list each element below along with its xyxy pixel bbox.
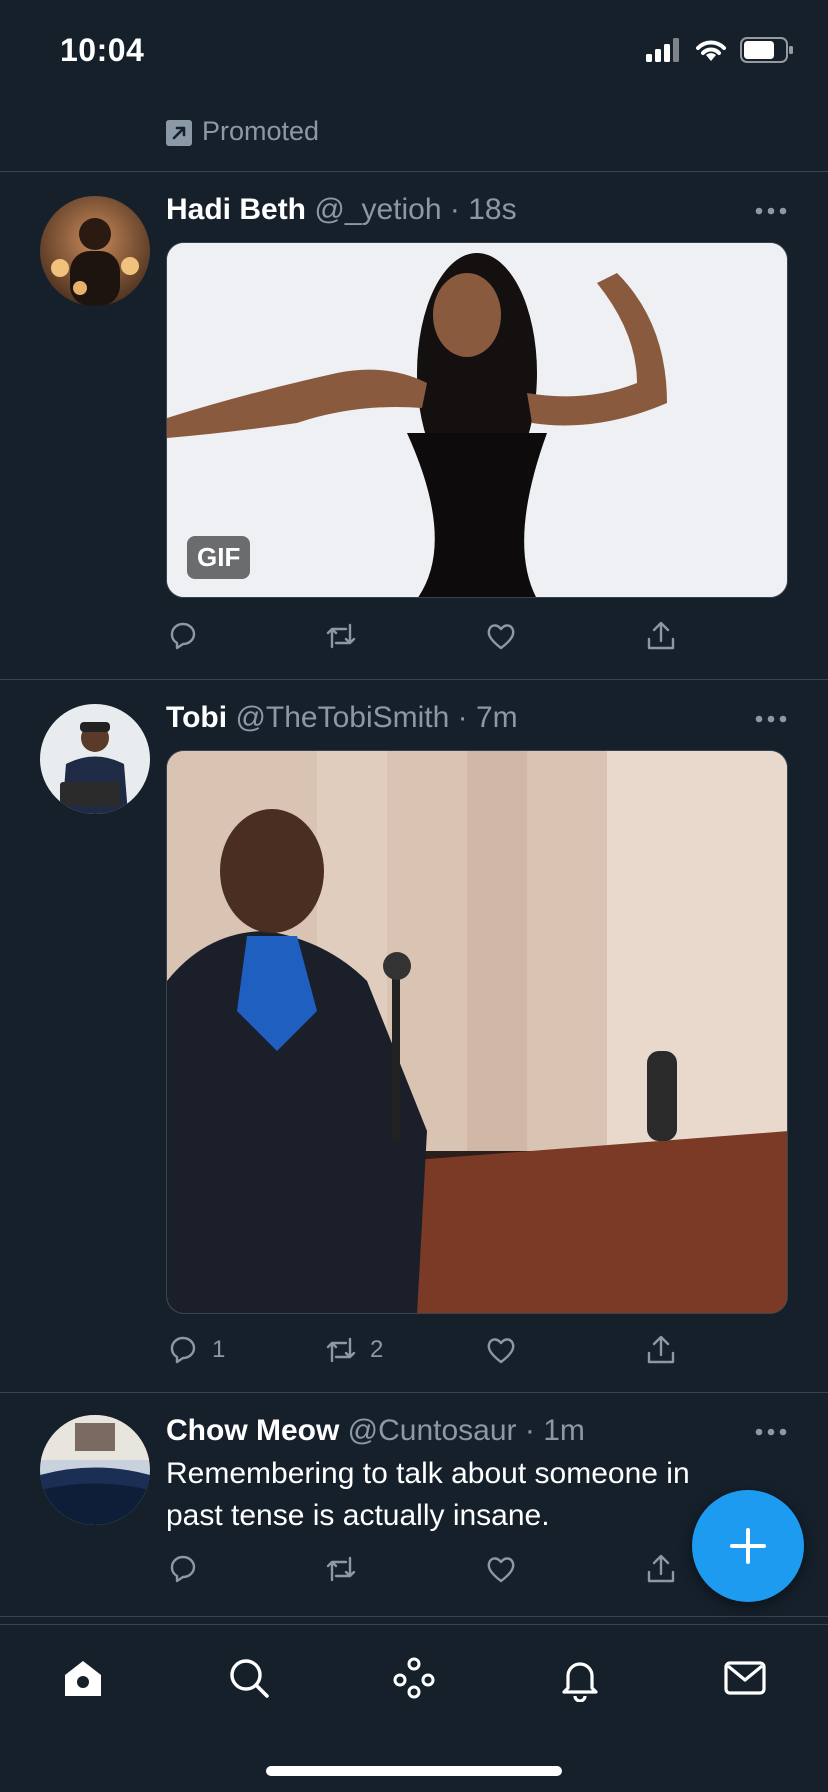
share-button[interactable] xyxy=(644,1549,678,1589)
tweet-header: Hadi Beth @_yetioh · 18s xyxy=(166,190,738,230)
home-indicator xyxy=(266,1766,562,1776)
tweet-3[interactable]: Chow Meow @Cuntosaur · 1m Remembering to… xyxy=(0,1393,828,1617)
tweet-text: Remembering to talk about someone in pas… xyxy=(166,1457,690,1532)
avatar[interactable] xyxy=(40,704,150,814)
tweet-actions: 1 2 xyxy=(166,1330,686,1370)
retweet-button[interactable]: 2 xyxy=(324,1330,383,1370)
tab-search[interactable] xyxy=(224,1653,274,1703)
share-button[interactable] xyxy=(644,616,678,656)
tweet-timestamp: 18s xyxy=(468,193,517,226)
avatar[interactable] xyxy=(40,1415,150,1525)
retweet-icon xyxy=(326,1556,356,1582)
share-button[interactable] xyxy=(644,1330,678,1370)
status-bar: 10:04 xyxy=(0,0,828,110)
tweet-photo-media[interactable] xyxy=(166,750,788,1314)
separator-dot: · xyxy=(524,1414,535,1447)
heart-icon xyxy=(487,624,515,650)
spaces-icon xyxy=(393,1657,435,1699)
home-icon xyxy=(65,1661,101,1696)
heart-icon xyxy=(487,1338,515,1364)
retweet-button[interactable] xyxy=(324,1549,370,1589)
heart-icon xyxy=(487,1557,515,1583)
photo-image xyxy=(167,751,787,1313)
reply-button[interactable]: 1 xyxy=(166,1330,225,1370)
reply-button[interactable] xyxy=(166,616,212,656)
more-icon[interactable] xyxy=(754,1425,788,1439)
retweet-count: 2 xyxy=(370,1336,384,1363)
bell-icon xyxy=(562,1662,598,1702)
like-button[interactable] xyxy=(484,1549,530,1589)
tweet-gif-media[interactable]: GIF xyxy=(166,242,788,598)
like-button[interactable] xyxy=(484,616,530,656)
tab-messages[interactable] xyxy=(720,1653,770,1703)
tweet-actions xyxy=(166,1549,686,1589)
more-icon[interactable] xyxy=(754,204,788,218)
tweet-header: Tobi @TheTobiSmith · 7m xyxy=(166,698,738,738)
reply-count: 1 xyxy=(212,1336,226,1363)
promoted-label: Promoted xyxy=(202,116,320,146)
mail-icon xyxy=(724,1661,766,1695)
tweet-actions xyxy=(166,616,686,656)
battery-icon xyxy=(740,37,793,63)
retweet-icon xyxy=(326,1337,356,1363)
gif-image xyxy=(167,243,787,597)
author-handle[interactable]: @_yetioh xyxy=(314,193,441,226)
search-icon xyxy=(230,1659,269,1698)
author-handle[interactable]: @Cuntosaur xyxy=(348,1414,517,1447)
separator-dot: · xyxy=(449,193,460,226)
tweet-2[interactable]: Tobi @TheTobiSmith · 7m 1 2 xyxy=(0,680,828,1393)
separator-dot: · xyxy=(457,701,468,734)
share-icon xyxy=(647,1554,675,1583)
tweet-timestamp: 7m xyxy=(476,701,518,734)
share-icon xyxy=(647,621,675,650)
twitter-home-timeline: 10:04 Promoted Hadi Beth @_yetioh · 18s … xyxy=(0,0,828,1792)
tweet-header: Chow Meow @Cuntosaur · 1m xyxy=(166,1411,738,1451)
like-button[interactable] xyxy=(484,1330,530,1370)
more-icon[interactable] xyxy=(754,712,788,726)
author-name[interactable]: Hadi Beth xyxy=(166,193,306,226)
reply-icon xyxy=(170,1336,196,1364)
promoted-row: Promoted xyxy=(0,110,828,172)
plus-icon xyxy=(730,1528,766,1564)
avatar[interactable] xyxy=(40,196,150,306)
author-name[interactable]: Tobi xyxy=(166,701,227,734)
promoted-icon xyxy=(166,120,192,146)
tweet-timestamp: 1m xyxy=(543,1414,585,1447)
status-icons xyxy=(646,36,794,64)
retweet-button[interactable] xyxy=(324,616,370,656)
avatar-image xyxy=(40,196,150,306)
tab-home[interactable] xyxy=(58,1653,108,1703)
gif-badge: GIF xyxy=(187,536,251,579)
author-handle[interactable]: @TheTobiSmith xyxy=(235,701,449,734)
tab-spaces[interactable] xyxy=(389,1653,439,1703)
reply-icon xyxy=(170,1555,196,1583)
reply-button[interactable] xyxy=(166,1549,212,1589)
tweet-1[interactable]: Hadi Beth @_yetioh · 18s GIF xyxy=(0,172,828,680)
reply-icon xyxy=(170,622,196,650)
compose-tweet-button[interactable] xyxy=(692,1490,804,1602)
status-time: 10:04 xyxy=(60,32,145,68)
wifi-icon xyxy=(696,40,726,61)
author-name[interactable]: Chow Meow xyxy=(166,1414,339,1447)
share-icon xyxy=(647,1335,675,1364)
tab-notifications[interactable] xyxy=(555,1653,605,1703)
retweet-icon xyxy=(326,623,356,649)
avatar-image xyxy=(40,704,150,814)
avatar-image xyxy=(40,1415,150,1525)
signal-icon xyxy=(646,38,679,62)
